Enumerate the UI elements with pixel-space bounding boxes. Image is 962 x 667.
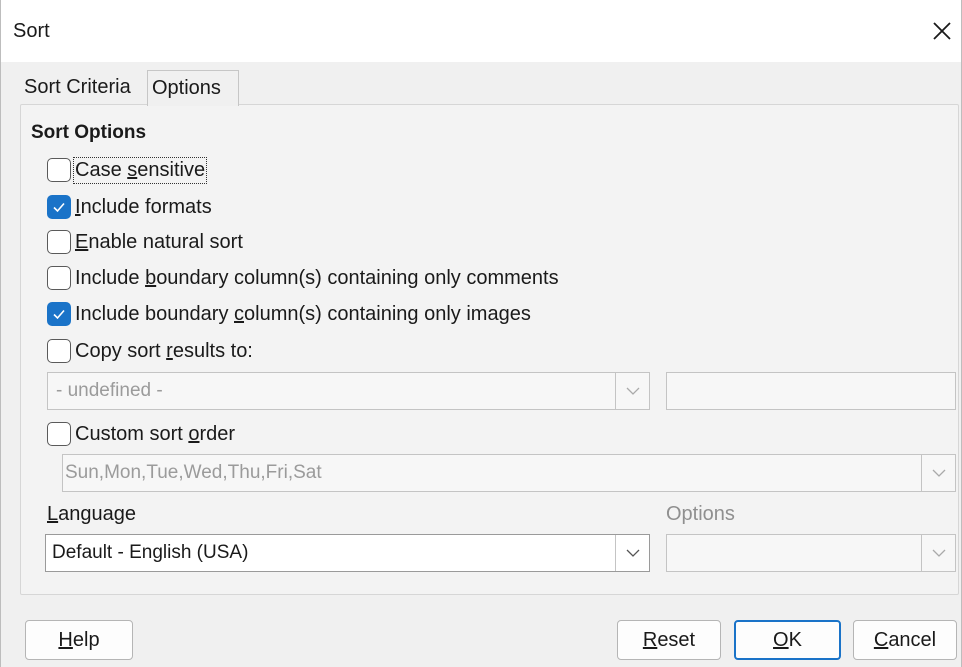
options-label: Options xyxy=(666,503,735,525)
ok-button[interactable]: OK xyxy=(734,620,841,660)
chevron-down-icon xyxy=(921,535,955,571)
language-options-select[interactable] xyxy=(666,534,956,572)
checkbox-box xyxy=(47,230,71,254)
title-bar: Sort xyxy=(1,0,961,62)
dialog-title: Sort xyxy=(13,20,50,42)
chevron-down-icon xyxy=(921,455,955,491)
enable-natural-sort-label: Enable natural sort xyxy=(75,230,243,253)
copy-sort-results-checkbox[interactable]: Copy sort results to: xyxy=(47,338,253,364)
custom-sort-order-value: Sun,Mon,Tue,Wed,Thu,Fri,Sat xyxy=(65,462,322,483)
close-icon xyxy=(933,22,951,40)
custom-sort-order-select[interactable]: Sun,Mon,Tue,Wed,Thu,Fri,Sat xyxy=(62,454,956,492)
help-button[interactable]: Help xyxy=(25,620,133,660)
enable-natural-sort-checkbox[interactable]: Enable natural sort xyxy=(47,229,243,255)
checkmark-icon xyxy=(53,309,65,320)
sort-dialog: Sort Sort Criteria Options Sort Options … xyxy=(0,0,962,667)
include-boundary-images-label: Include boundary column(s) containing on… xyxy=(75,302,531,325)
tab-options[interactable]: Options xyxy=(147,70,239,106)
sort-options-heading: Sort Options xyxy=(31,122,147,143)
reset-button[interactable]: Reset xyxy=(617,620,721,660)
copy-target-value: - undefined - xyxy=(56,380,163,401)
copy-target-select[interactable]: - undefined - xyxy=(47,372,650,410)
include-boundary-images-checkbox[interactable]: Include boundary column(s) containing on… xyxy=(47,301,531,327)
case-sensitive-checkbox[interactable]: Case sensitive xyxy=(47,156,208,184)
checkbox-box xyxy=(47,302,71,326)
custom-sort-order-checkbox[interactable]: Custom sort order xyxy=(47,421,235,447)
include-formats-checkbox[interactable]: Include formats xyxy=(47,194,212,220)
custom-sort-order-label: Custom sort order xyxy=(75,422,236,445)
include-boundary-comments-label: Include boundary column(s) containing on… xyxy=(75,266,559,289)
copy-target-field[interactable] xyxy=(666,372,956,410)
chevron-down-icon xyxy=(615,535,649,571)
include-boundary-comments-checkbox[interactable]: Include boundary column(s) containing on… xyxy=(47,265,559,291)
language-label: Language xyxy=(47,503,136,525)
language-value: Default - English (USA) xyxy=(52,542,249,563)
language-select[interactable]: Default - English (USA) xyxy=(45,534,650,572)
tab-sort-criteria[interactable]: Sort Criteria xyxy=(21,70,149,104)
checkbox-box xyxy=(47,266,71,290)
copy-sort-results-label: Copy sort results to: xyxy=(75,339,253,362)
checkmark-icon xyxy=(53,202,65,213)
cancel-button[interactable]: Cancel xyxy=(853,620,957,660)
checkbox-box xyxy=(47,339,71,363)
include-formats-label: Include formats xyxy=(75,195,212,218)
checkbox-box xyxy=(47,422,71,446)
checkbox-box xyxy=(47,158,71,182)
case-sensitive-label: Case sensitive xyxy=(72,156,208,184)
checkbox-box xyxy=(47,195,71,219)
close-button[interactable] xyxy=(929,18,955,44)
chevron-down-icon xyxy=(615,373,649,409)
